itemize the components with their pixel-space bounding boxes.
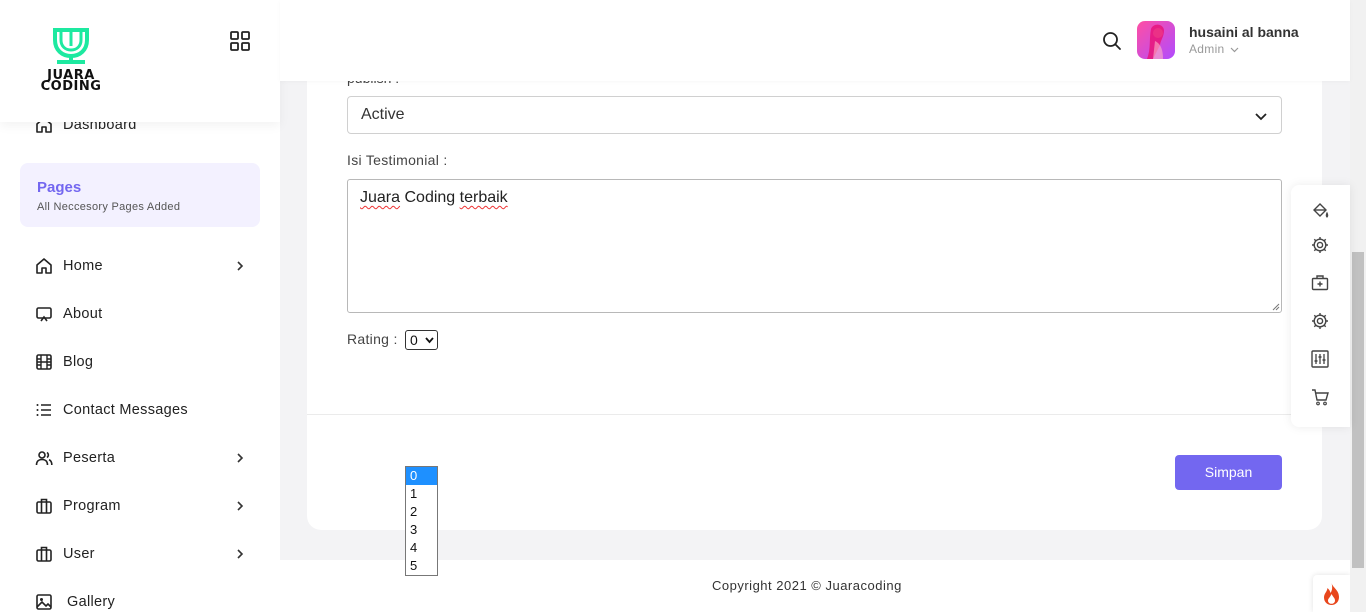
briefcase-icon <box>34 544 54 564</box>
sidebar-item-label: Gallery <box>67 594 116 610</box>
sidebar-item-label: Contact Messages <box>63 402 188 418</box>
medical-bag-icon[interactable] <box>1310 273 1330 293</box>
sidebar-item-user[interactable]: User <box>34 542 256 566</box>
list-icon <box>34 400 54 420</box>
rating-select-value: 0 <box>410 332 418 348</box>
rating-option[interactable]: 4 <box>406 539 437 557</box>
testimonial-textarea[interactable]: Juara Coding terbaik <box>347 179 1282 313</box>
home-icon <box>34 256 54 276</box>
rating-option[interactable]: 5 <box>406 557 437 575</box>
user-name[interactable]: husaini al banna <box>1189 24 1299 40</box>
rating-option[interactable]: 0 <box>406 467 437 485</box>
scrollbar-thumb[interactable] <box>1352 252 1364 568</box>
rating-option[interactable]: 1 <box>406 485 437 503</box>
brand-logo-text: JUARA CODING <box>33 69 109 94</box>
trophy-logo-icon <box>53 28 89 64</box>
brand-line2: CODING <box>40 79 102 94</box>
fire-button[interactable] <box>1313 575 1350 612</box>
chevron-down-icon <box>425 337 434 344</box>
pages-subtitle: All Neccesory Pages Added <box>37 201 181 213</box>
sidebar-item-label: User <box>63 546 95 562</box>
search-icon[interactable] <box>1102 31 1122 51</box>
gear-icon[interactable] <box>1310 235 1330 255</box>
sidebar-item-contact-messages[interactable]: Contact Messages <box>34 398 256 422</box>
fire-icon <box>1324 583 1339 605</box>
avatar-figure-icon <box>1147 24 1164 59</box>
cart-icon[interactable] <box>1310 387 1330 407</box>
sidebar-item-gallery[interactable]: Gallery <box>34 590 256 612</box>
avatar[interactable] <box>1137 21 1175 59</box>
sidebar: JUARA CODING Dashboard Pages All Necceso… <box>0 0 280 612</box>
status-select[interactable]: Active <box>347 96 1282 134</box>
sidebar-item-label: Program <box>63 498 121 514</box>
resize-grip-icon[interactable] <box>1272 303 1280 311</box>
sidebar-item-about[interactable]: About <box>34 302 256 326</box>
sidebar-item-blog[interactable]: Blog <box>34 350 256 374</box>
monitor-icon <box>34 304 54 324</box>
pages-section-header: Pages All Neccesory Pages Added <box>20 163 260 227</box>
film-icon <box>34 352 54 372</box>
testimonial-word: Coding <box>404 189 456 206</box>
chevron-right-icon <box>237 453 244 463</box>
briefcase-icon <box>34 496 54 516</box>
copyright-text: Copyright 2021 © Juaracoding <box>712 578 902 593</box>
testimonial-word: terbaik <box>459 189 508 206</box>
sidebar-item-label: Peserta <box>63 450 116 466</box>
top-header: husaini al banna Admin <box>280 0 1350 81</box>
rating-label: Rating : <box>347 331 398 347</box>
sidebar-item-label: Blog <box>63 354 94 370</box>
settings-icon[interactable] <box>1310 311 1330 331</box>
testimonial-word: Juara <box>360 189 401 206</box>
sidebar-header: JUARA CODING <box>0 0 280 122</box>
chevron-right-icon <box>237 549 244 559</box>
customizer-toolbar <box>1291 185 1350 427</box>
chevron-down-icon <box>1230 47 1239 53</box>
paint-bucket-icon[interactable] <box>1310 201 1330 221</box>
rating-option[interactable]: 3 <box>406 521 437 539</box>
rating-dropdown-list: 0 1 2 3 4 5 <box>405 466 438 576</box>
save-button[interactable]: Simpan <box>1175 455 1282 490</box>
chevron-right-icon <box>237 261 244 271</box>
rating-select[interactable]: 0 <box>405 330 438 350</box>
testimonial-label: Isi Testimonial : <box>347 152 448 168</box>
sidebar-item-label: Home <box>63 258 103 274</box>
image-icon <box>34 592 54 612</box>
status-select-value: Active <box>361 106 405 123</box>
sidebar-item-program[interactable]: Program <box>34 494 256 518</box>
users-icon <box>34 448 54 468</box>
user-role[interactable]: Admin <box>1189 42 1239 56</box>
testimonial-form-card: publish : Active Isi Testimonial : Juara… <box>307 40 1322 530</box>
chevron-down-icon <box>1255 113 1267 121</box>
brand-logo[interactable]: JUARA CODING <box>33 24 109 96</box>
sliders-icon[interactable] <box>1310 349 1330 369</box>
sidebar-item-home[interactable]: Home <box>34 254 256 278</box>
form-divider <box>307 414 1322 415</box>
rating-option[interactable]: 2 <box>406 503 437 521</box>
page-scrollbar[interactable] <box>1350 0 1366 612</box>
sidebar-item-peserta[interactable]: Peserta <box>34 446 256 470</box>
chevron-right-icon <box>237 501 244 511</box>
sidebar-item-label: About <box>63 306 103 322</box>
pages-title: Pages <box>37 179 82 196</box>
grid-menu-icon[interactable] <box>229 30 251 52</box>
user-role-label: Admin <box>1189 42 1225 56</box>
footer: Copyright 2021 © Juaracoding <box>280 560 1350 612</box>
